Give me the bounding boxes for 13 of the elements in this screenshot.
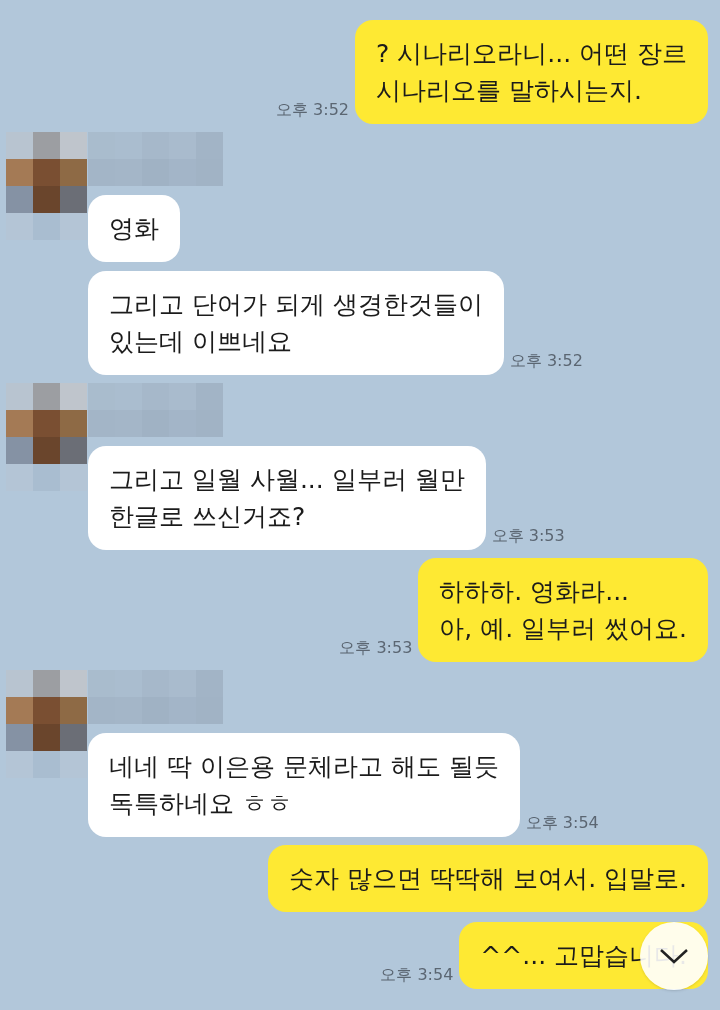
message-bubble: 영화 — [88, 195, 180, 262]
message-time: 오후 3:52 — [509, 350, 583, 372]
message-time: 오후 3:54 — [525, 812, 599, 834]
message-time: 오후 3:53 — [491, 525, 565, 547]
message-bubble: 하하하. 영화라... 아, 예. 일부러 썼어요. — [418, 558, 708, 662]
message-time: 오후 3:54 — [380, 964, 454, 986]
message-bubble: 네네 딱 이은용 문체라고 해도 될듯 독특하네요 ㅎㅎ — [88, 733, 520, 837]
message-bubble: 숫자 많으면 딱딱해 보여서. 입말로. — [268, 845, 708, 912]
message-bubble: 그리고 단어가 되게 생경한것들이 있는데 이쁘네요 — [88, 271, 504, 375]
message-bubble: 그리고 일월 사월... 일부러 월만 한글로 쓰신거죠? — [88, 446, 486, 550]
message-time: 오후 3:53 — [339, 637, 413, 659]
message-bubble: ? 시나리오라니... 어떤 장르 시나리오를 말하시는지. — [355, 20, 708, 124]
message-time: 오후 3:52 — [276, 99, 350, 121]
